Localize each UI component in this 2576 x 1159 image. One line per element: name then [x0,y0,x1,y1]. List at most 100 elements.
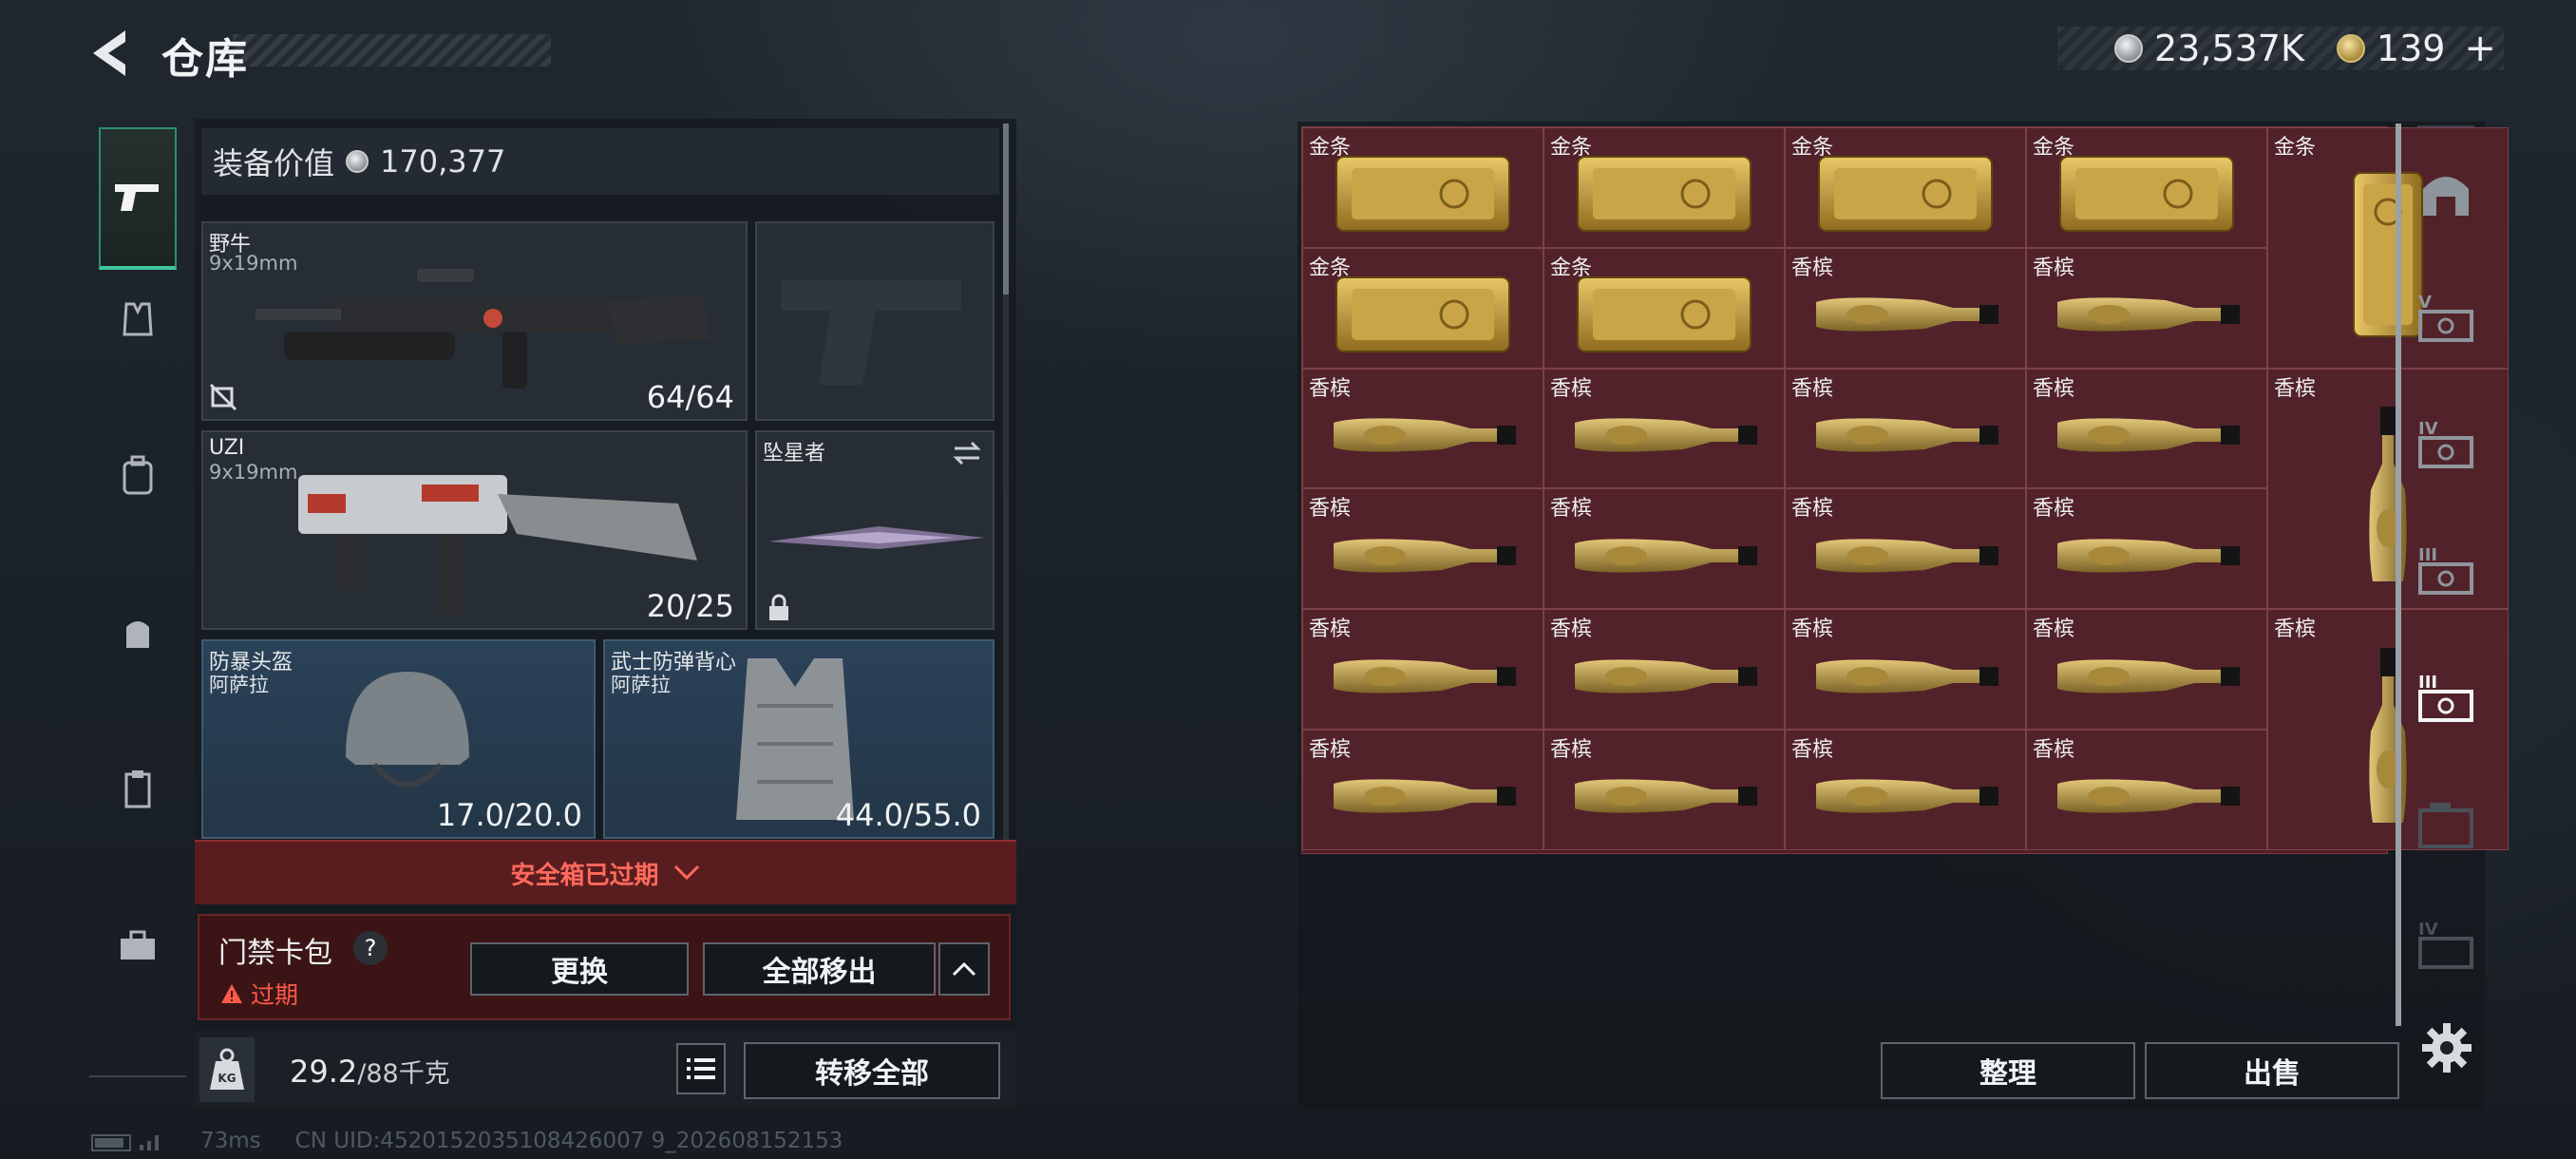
tab-container-v[interactable]: V [2408,264,2484,370]
collapse-button[interactable] [938,942,990,996]
champagne-bottle-icon [1303,610,1543,729]
tab-container-iv-b[interactable]: IV [2408,891,2484,998]
gold-bar-item[interactable]: 金条 [1785,127,2026,248]
champagne-item[interactable]: 香槟 [1785,247,2026,369]
champagne-item[interactable]: 香槟 [1785,730,2026,850]
champagne-item[interactable]: 香槟 [2026,488,2267,610]
add-currency-button[interactable]: + [2464,27,2496,70]
weapon-ammo: 64/64 [646,379,734,415]
gold-bar-icon [1544,128,1784,247]
category-backpack[interactable] [99,437,177,515]
gold-bar-item[interactable]: 金条 [1544,127,1785,248]
weight-current: 29.2 [290,1054,358,1090]
chevron-down-icon [673,864,699,881]
champagne-item[interactable]: 香槟 [2026,368,2267,489]
equipment-value-row: 装备价值 170,377 [201,128,999,195]
container-iv-b-icon: IV [2418,920,2473,969]
safebox-expired-text: 安全箱已过期 [510,861,659,890]
gold-bar-item[interactable]: 金条 [1302,247,1544,369]
bag-icon [126,621,149,648]
helmet-image [346,672,469,788]
champagne-item[interactable]: 香槟 [1302,730,1544,850]
champagne-item[interactable]: 香槟 [1785,488,2026,610]
weapon-name: UZI [209,436,245,460]
gold-bar-item[interactable]: 金条 [2026,127,2267,248]
help-button[interactable]: ? [353,931,388,965]
champagne-item[interactable]: 香槟 [2026,247,2267,369]
champagne-bottle-icon [2027,370,2266,488]
vest-slot[interactable]: 武士防弹背心 阿萨拉 44.0/55.0 [603,639,994,839]
champagne-item[interactable]: 香槟 [2026,730,2267,850]
case-expired-label: 过期 [251,981,299,1009]
helmet-durability: 17.0/20.0 [436,797,582,833]
title-decoration [233,34,551,66]
champagne-item[interactable]: 香槟 [1302,488,1544,610]
champagne-item[interactable]: 香槟 [1302,368,1544,489]
helmet-origin: 阿萨拉 [209,674,269,696]
weight-readout: 29.2/88千克 [290,1053,450,1090]
tab-safe-house[interactable] [2408,141,2484,247]
list-icon [687,1058,715,1079]
category-bag[interactable] [99,594,177,672]
primary-weapon-slot[interactable]: 野牛 9x19mm 64/64 [201,221,748,421]
replace-button[interactable]: 更换 [470,942,689,996]
tab-container-iv[interactable]: IV [2408,390,2484,497]
champagne-bottle-icon [1544,731,1784,849]
status-bar: 73ms CN UID:4520152035108426007 9_202608… [90,1129,843,1153]
champagne-item[interactable]: 香槟 [1544,730,1785,850]
gold-bar-icon [2027,128,2266,247]
container-v-icon: V [2418,293,2473,342]
svg-text:V: V [2418,293,2432,313]
gold-bar-item[interactable]: 金条 [1544,247,1785,369]
champagne-item[interactable]: 香槟 [1302,609,1544,730]
melee-slot[interactable]: 坠星者 [755,430,994,630]
silver-balance: 23,537K [2154,28,2304,69]
case-expired-status: 过期 [220,977,298,1011]
champagne-bottle-icon [1303,370,1543,488]
category-clipboard[interactable] [99,750,177,828]
container-iv-icon: IV [2418,419,2473,468]
settings-gear-icon[interactable] [2420,1021,2473,1074]
secondary-weapon-slot[interactable]: UZI 9x19mm 20/25 [201,430,748,630]
champagne-item[interactable]: 香槟 [1785,368,2026,489]
category-weapons[interactable] [99,127,177,270]
backpack-icon [123,455,153,495]
no-attachment-icon [209,383,237,411]
vest-origin: 阿萨拉 [611,674,671,696]
category-toolbox[interactable] [99,907,177,985]
remove-all-button[interactable]: 全部移出 [703,942,936,996]
champagne-item[interactable]: 香槟 [2026,609,2267,730]
tab-container-iii-active[interactable]: III [2408,644,2484,750]
champagne-bottle-icon [1786,610,2025,729]
category-vest[interactable] [99,280,177,358]
champagne-bottle-icon [1544,489,1784,608]
pistol-slot[interactable] [755,221,994,421]
svg-text:III: III [2418,673,2437,693]
battery-signal-icon [91,1134,159,1151]
champagne-item[interactable]: 香槟 [1544,488,1785,610]
token-balance: 139 [2376,28,2446,69]
helmet-slot[interactable]: 防暴头盔 阿萨拉 17.0/20.0 [201,639,596,839]
safebox-expired-banner[interactable]: 安全箱已过期 [195,840,1016,904]
loadout-scroll-thumb[interactable] [1003,124,1009,294]
currency-bar: 23,537K 139 + [2057,27,2504,70]
champagne-item[interactable]: 香槟 [1544,368,1785,489]
champagne-item[interactable]: 香槟 [1785,609,2026,730]
list-view-button[interactable] [676,1043,726,1094]
uid: CN UID:4520152035108426007 9_20260815215… [294,1129,843,1153]
transfer-all-button[interactable]: 转移全部 [744,1042,1000,1099]
tab-container-ii[interactable] [2408,770,2484,877]
champagne-item[interactable]: 香槟 [1544,609,1785,730]
gold-bar-icon [1786,128,2025,247]
tab-container-iii[interactable]: III [2408,517,2484,623]
sort-button[interactable]: 整理 [1881,1042,2135,1099]
back-arrow-icon[interactable] [87,27,133,80]
stash-scrollbar[interactable] [2396,124,2401,1026]
sell-button[interactable]: 出售 [2145,1042,2399,1099]
pistol-icon [115,184,159,211]
swap-icon[interactable] [951,440,983,466]
gold-bar-item[interactable]: 金条 [1302,127,1544,248]
champagne-bottle-icon [2027,731,2266,849]
stash-tabs: V IV III III IV [2408,122,2484,1110]
equipment-value: 170,377 [380,143,506,180]
